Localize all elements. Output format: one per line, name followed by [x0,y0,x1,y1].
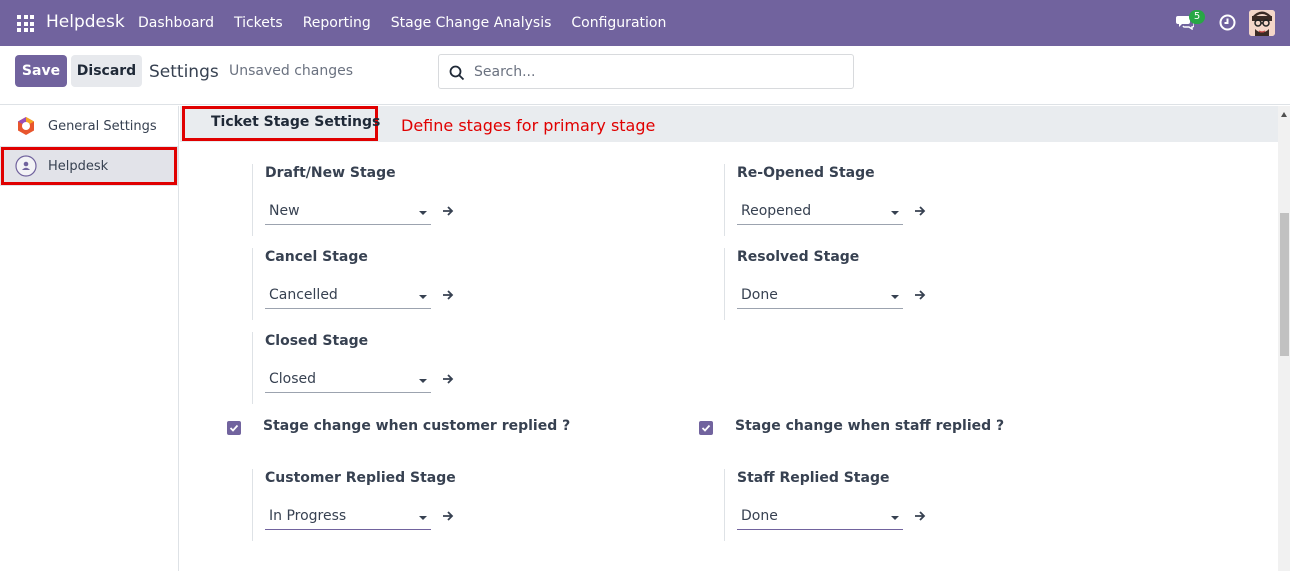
menu-reporting[interactable]: Reporting [293,0,381,46]
section-header: Ticket Stage Settings Define stages for … [180,106,1278,142]
internal-link-arrow-icon[interactable] [913,509,927,523]
scrollbar-thumb[interactable] [1280,213,1289,356]
sidebar-item-general-settings[interactable]: General Settings [0,106,178,146]
select-value: New [269,203,300,219]
select-value: In Progress [269,508,347,524]
menu-dashboard[interactable]: Dashboard [128,0,224,46]
settings-main: Ticket Stage Settings Define stages for … [180,106,1278,571]
select-value: Closed [269,371,317,387]
caret-down-icon [891,516,899,520]
save-button[interactable]: Save [15,55,67,87]
settings-sidebar: General Settings Helpdesk [0,106,179,571]
search-icon [449,65,465,81]
annotation-highlight-helpdesk [1,147,177,185]
cancel-stage-select[interactable]: Cancelled [265,285,431,309]
section-title: Ticket Stage Settings [211,114,381,130]
caret-down-icon [891,295,899,299]
resolved-stage-select[interactable]: Done [737,285,903,309]
check-staff-replied[interactable]: Stage change when staff replied ? [699,417,1099,441]
setting-label: Closed Stage [265,333,369,349]
unsaved-status: Unsaved changes [229,63,354,79]
app-grid-icon[interactable] [17,15,34,32]
odoo-logo-icon [18,117,34,135]
internal-link-arrow-icon[interactable] [913,204,927,218]
scroll-up-arrow-icon[interactable] [1281,112,1287,117]
setting-label: Staff Replied Stage [737,470,890,486]
clock-icon[interactable] [1219,14,1236,31]
internal-link-arrow-icon[interactable] [441,372,455,386]
closed-stage-select[interactable]: Closed [265,369,431,393]
caret-down-icon [419,295,427,299]
caret-down-icon [419,379,427,383]
setting-label: Customer Replied Stage [265,470,456,486]
setting-draft-stage: Draft/New Stage New [252,164,454,236]
user-avatar[interactable] [1249,10,1275,36]
caret-down-icon [419,516,427,520]
setting-label: Cancel Stage [265,249,368,265]
internal-link-arrow-icon[interactable] [913,288,927,302]
menu-configuration[interactable]: Configuration [561,0,676,46]
setting-staff-replied-stage: Staff Replied Stage Done [724,469,926,541]
setting-label: Resolved Stage [737,249,860,265]
draft-stage-select[interactable]: New [265,201,431,225]
top-navbar: Helpdesk Dashboard Tickets Reporting Sta… [0,0,1290,46]
select-value: Cancelled [269,287,338,303]
select-value: Done [741,287,778,303]
search-box[interactable] [438,54,854,89]
internal-link-arrow-icon[interactable] [441,204,455,218]
sidebar-item-label: General Settings [48,118,157,134]
control-panel: Save Discard Settings Unsaved changes [0,46,1290,105]
reopened-stage-select[interactable]: Reopened [737,201,903,225]
setting-closed-stage: Closed Stage Closed [252,332,454,404]
chat-badge: 5 [1189,10,1205,24]
setting-label: Draft/New Stage [265,165,396,181]
check-label: Stage change when customer replied ? [263,418,571,434]
internal-link-arrow-icon[interactable] [441,288,455,302]
menu-tickets[interactable]: Tickets [224,0,293,46]
setting-cancel-stage: Cancel Stage Cancelled [252,248,454,320]
select-value: Reopened [741,203,812,219]
check-customer-replied[interactable]: Stage change when customer replied ? [227,417,627,441]
menu-stage-change-analysis[interactable]: Stage Change Analysis [381,0,562,46]
setting-resolved-stage: Resolved Stage Done [724,248,926,320]
setting-customer-replied-stage: Customer Replied Stage In Progress [252,469,456,541]
main-menu: Dashboard Tickets Reporting Stage Change… [128,0,676,46]
search-input[interactable] [474,61,844,83]
checkbox-customer-replied[interactable] [227,421,241,435]
page-title: Settings [149,62,219,82]
app-brand[interactable]: Helpdesk [46,12,125,32]
section-annotation-note: Define stages for primary stage [401,116,656,135]
internal-link-arrow-icon[interactable] [441,509,455,523]
setting-label: Re-Opened Stage [737,165,875,181]
caret-down-icon [419,211,427,215]
select-value: Done [741,508,778,524]
caret-down-icon [891,211,899,215]
customer-replied-stage-select[interactable]: In Progress [265,506,431,530]
staff-replied-stage-select[interactable]: Done [737,506,903,530]
discard-button[interactable]: Discard [71,55,142,87]
check-label: Stage change when staff replied ? [735,418,1005,434]
setting-reopened-stage: Re-Opened Stage Reopened [724,164,926,236]
checkbox-staff-replied[interactable] [699,421,713,435]
